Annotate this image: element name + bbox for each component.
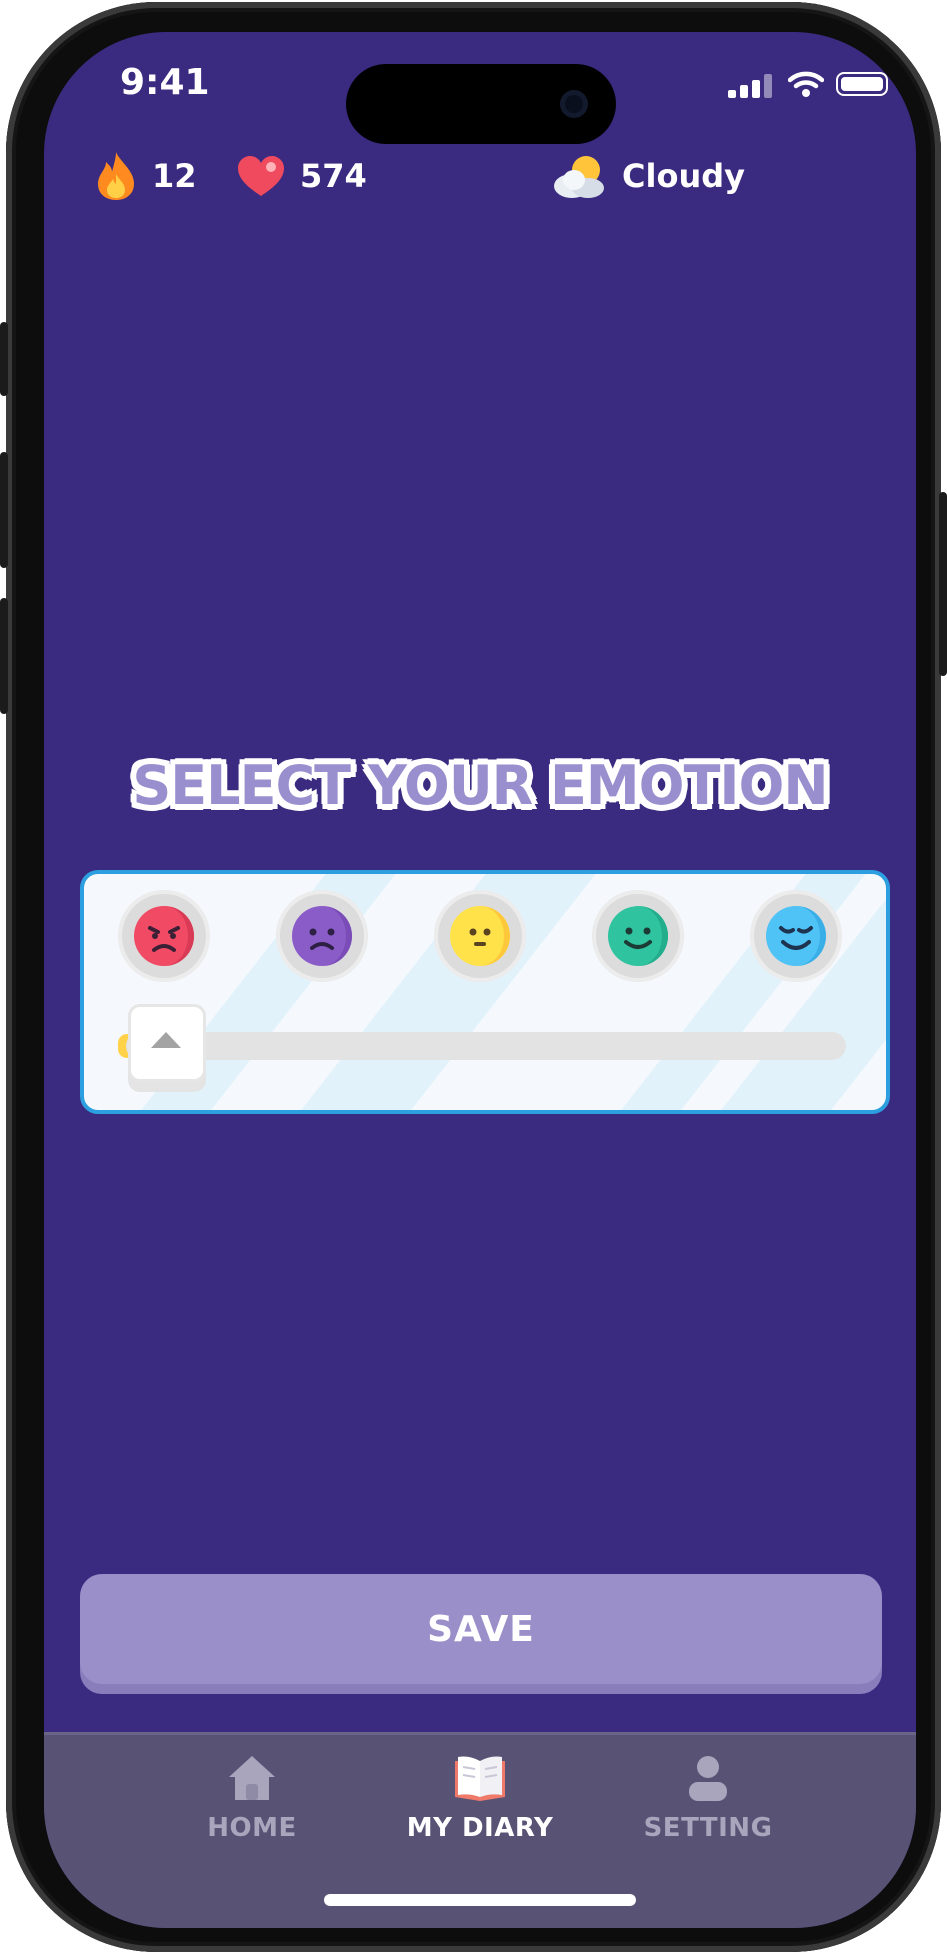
tab-my-diary[interactable]: MY DIARY bbox=[370, 1753, 590, 1843]
tab-home-label: HOME bbox=[207, 1813, 297, 1843]
emotion-picker-card bbox=[80, 870, 890, 1114]
volume-up-button bbox=[0, 452, 8, 568]
streak-stat: 12 bbox=[94, 150, 197, 202]
caret-up-icon bbox=[151, 1032, 181, 1048]
angry-face-icon bbox=[134, 906, 194, 966]
emotion-very-happy-button[interactable] bbox=[750, 890, 842, 982]
tab-my-diary-label: MY DIARY bbox=[406, 1813, 554, 1843]
home-indicator[interactable] bbox=[324, 1894, 636, 1906]
app-screen: 9:41 12 574 Cloudy SELECT YOUR EMOTION S… bbox=[44, 32, 916, 1928]
phone-frame: 9:41 12 574 Cloudy SELECT YOUR EMOTION S… bbox=[0, 2, 947, 1952]
wifi-icon bbox=[788, 71, 824, 97]
emotion-slider-handle[interactable] bbox=[128, 1004, 206, 1082]
weather-label: Cloudy bbox=[622, 157, 745, 195]
user-icon bbox=[689, 1756, 727, 1801]
emotion-happy-button[interactable] bbox=[592, 890, 684, 982]
battery-icon bbox=[836, 72, 888, 96]
tab-home[interactable]: HOME bbox=[142, 1753, 362, 1843]
emotion-title: SELECT YOUR EMOTION bbox=[132, 754, 828, 817]
emotion-angry-button[interactable] bbox=[118, 890, 210, 982]
happy-face-icon bbox=[608, 906, 668, 966]
sad-face-icon bbox=[292, 906, 352, 966]
fire-icon bbox=[98, 152, 134, 200]
streak-count: 12 bbox=[152, 157, 197, 195]
emotion-sad-button[interactable] bbox=[276, 890, 368, 982]
hearts-count: 574 bbox=[300, 157, 367, 195]
tab-setting[interactable]: SETTING bbox=[598, 1753, 818, 1843]
heart-icon bbox=[238, 156, 284, 196]
mute-switch bbox=[0, 322, 8, 396]
dynamic-island bbox=[346, 64, 616, 144]
status-icons bbox=[728, 71, 888, 102]
very-happy-face-icon bbox=[766, 906, 826, 966]
hearts-stat: 574 bbox=[236, 154, 367, 198]
weather-stat: Cloudy bbox=[550, 152, 745, 200]
cloudy-icon bbox=[554, 156, 604, 198]
camera-icon bbox=[560, 90, 588, 118]
book-icon bbox=[455, 1756, 505, 1801]
save-button[interactable]: SAVE bbox=[80, 1574, 882, 1684]
home-icon bbox=[229, 1756, 275, 1800]
neutral-face-icon bbox=[450, 906, 510, 966]
power-button bbox=[939, 492, 947, 676]
volume-down-button bbox=[0, 598, 8, 714]
status-time: 9:41 bbox=[120, 62, 210, 103]
emotion-neutral-button[interactable] bbox=[434, 890, 526, 982]
tab-setting-label: SETTING bbox=[643, 1813, 773, 1843]
emotion-slider-track[interactable] bbox=[126, 1032, 846, 1060]
